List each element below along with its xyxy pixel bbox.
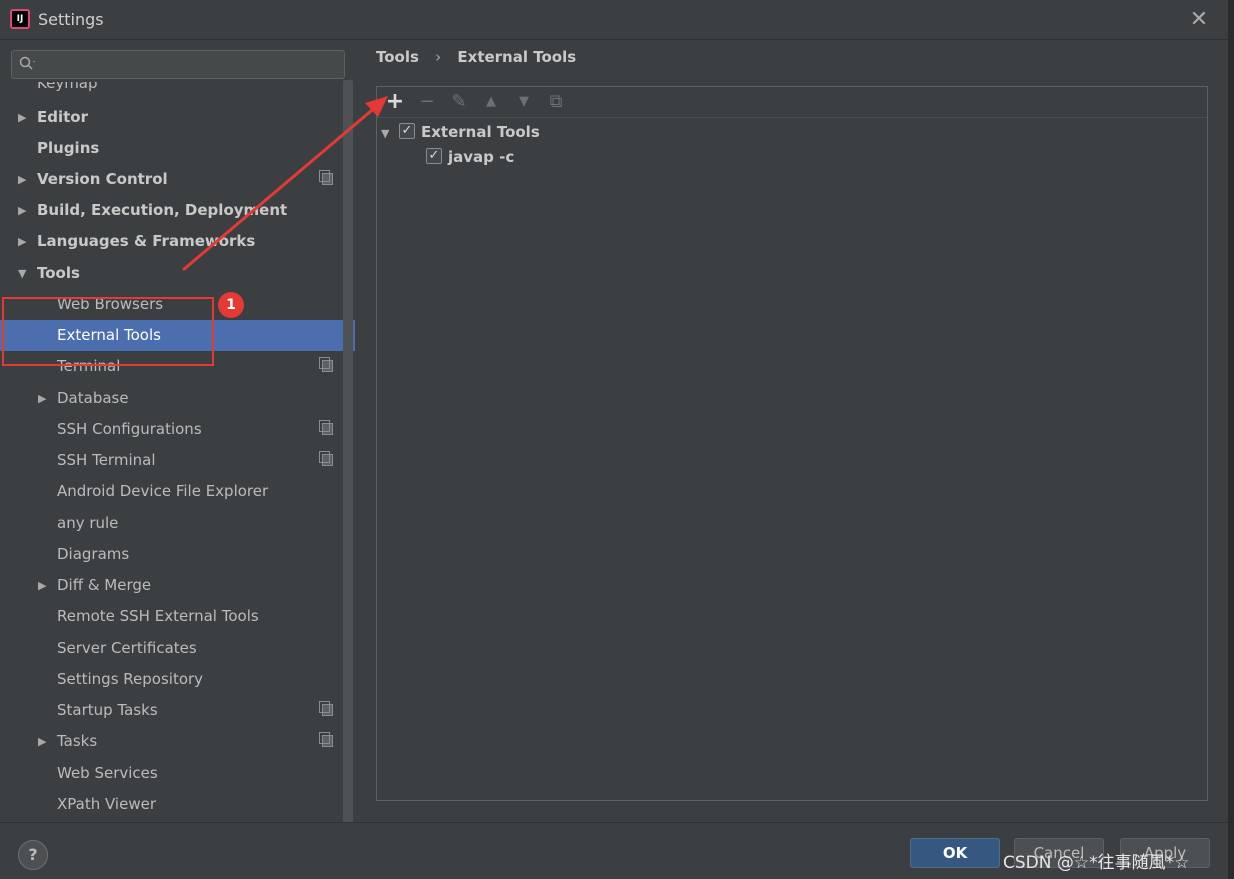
sidebar-item-remote-ssh-external-tools[interactable]: Remote SSH External Tools: [0, 601, 342, 632]
breadcrumb: Tools › External Tools: [376, 48, 576, 66]
expand-arrow-icon[interactable]: ▶: [38, 726, 46, 757]
sidebar-item-any-rule[interactable]: any rule: [0, 508, 342, 539]
title-bar: IJ Settings ✕: [0, 0, 1234, 40]
settings-sidebar: Keymap ▶ Editor Plugins ▶ Version Contro…: [0, 40, 355, 822]
sidebar-item-label: Editor: [37, 108, 88, 126]
project-settings-icon: [319, 357, 333, 372]
sidebar-item-label: XPath Viewer: [57, 795, 156, 813]
sidebar-item-diagrams[interactable]: Diagrams: [0, 539, 342, 570]
settings-content: Tools › External Tools + − ✎ ▲ ▼ ⧉ ▼ ✓ Ext…: [355, 40, 1228, 822]
breadcrumb-current: External Tools: [457, 48, 577, 66]
sidebar-item-plugins[interactable]: Plugins: [0, 133, 342, 164]
expand-arrow-icon[interactable]: ▶: [18, 102, 26, 133]
sidebar-item-ssh-configurations[interactable]: SSH Configurations: [0, 414, 342, 445]
expand-arrow-icon[interactable]: ▶: [18, 164, 26, 195]
project-settings-icon: [319, 170, 333, 185]
sidebar-item-label: Build, Execution, Deployment: [37, 201, 288, 219]
expand-arrow-icon[interactable]: ▶: [18, 226, 26, 257]
sidebar-item-label: Plugins: [37, 139, 100, 157]
sidebar-item-label: Settings Repository: [57, 670, 204, 688]
sidebar-item-xpath-viewer[interactable]: XPath Viewer: [0, 789, 342, 820]
project-settings-icon: [319, 732, 333, 747]
sidebar-item-label: SSH Configurations: [57, 420, 202, 438]
tree-item-label: javap -c: [448, 148, 515, 166]
sidebar-scrollbar[interactable]: [343, 80, 353, 822]
sidebar-item-label: Diff & Merge: [57, 576, 152, 594]
tool-checkbox[interactable]: ✓: [426, 147, 442, 164]
expand-arrow-icon[interactable]: ▶: [38, 383, 46, 414]
sidebar-item-build-execution-deployment[interactable]: ▶ Build, Execution, Deployment: [0, 195, 342, 226]
tree-group-label: External Tools: [421, 123, 540, 141]
collapse-arrow-icon[interactable]: ▼: [18, 258, 26, 289]
external-tools-panel: + − ✎ ▲ ▼ ⧉ ▼ ✓ External Tools ✓ javap -c: [376, 86, 1208, 801]
window-title: Settings: [38, 10, 104, 29]
sidebar-item-settings-repository[interactable]: Settings Repository: [0, 664, 342, 695]
breadcrumb-parent[interactable]: Tools: [376, 48, 419, 66]
move-up-icon[interactable]: ▲: [479, 90, 503, 114]
sidebar-item-label: Diagrams: [57, 545, 130, 563]
ok-button[interactable]: OK: [910, 838, 1000, 868]
edit-icon[interactable]: ✎: [447, 90, 471, 114]
sidebar-item-label: Android Device File Explorer: [57, 482, 269, 500]
collapse-arrow-icon[interactable]: ▼: [381, 122, 399, 146]
group-checkbox[interactable]: ✓: [399, 122, 415, 139]
sidebar-item-label: Version Control: [37, 170, 168, 188]
project-settings-icon: [319, 701, 333, 716]
close-icon[interactable]: ✕: [1188, 9, 1210, 31]
watermark: CSDN @☆*往事随風*☆: [1003, 853, 1190, 873]
sidebar-item-label: any rule: [57, 514, 119, 532]
sidebar-item-label: Web Services: [57, 764, 158, 782]
move-down-icon[interactable]: ▼: [512, 90, 536, 114]
sidebar-item-database[interactable]: ▶ Database: [0, 383, 342, 414]
intellij-app-icon: IJ: [10, 9, 30, 29]
sidebar-item-ssh-terminal[interactable]: SSH Terminal: [0, 445, 342, 476]
help-button[interactable]: ?: [18, 840, 48, 870]
sidebar-item-label: Server Certificates: [57, 639, 197, 657]
sidebar-item-editor[interactable]: ▶ Editor: [0, 102, 342, 133]
sidebar-item-tools[interactable]: ▼ Tools: [0, 258, 342, 289]
sidebar-item-label: Remote SSH External Tools: [57, 607, 259, 625]
sidebar-item-startup-tasks[interactable]: Startup Tasks: [0, 695, 342, 726]
sidebar-item-label: Database: [57, 389, 129, 407]
sidebar-item-label: Startup Tasks: [57, 701, 158, 719]
search-icon: [19, 56, 35, 70]
sidebar-item-diff-merge[interactable]: ▶ Diff & Merge: [0, 570, 342, 601]
window-edge: [1228, 0, 1234, 879]
sidebar-item-web-services[interactable]: Web Services: [0, 758, 342, 789]
copy-icon[interactable]: ⧉: [544, 90, 568, 114]
sidebar-item-languages-frameworks[interactable]: ▶ Languages & Frameworks: [0, 226, 342, 257]
remove-icon[interactable]: −: [415, 90, 439, 114]
annotation-step-badge: 1: [218, 292, 244, 318]
sidebar-item-server-certificates[interactable]: Server Certificates: [0, 633, 342, 664]
add-icon[interactable]: +: [383, 90, 407, 114]
sidebar-item-keymap-partial[interactable]: Keymap: [37, 82, 98, 92]
annotation-highlight-box: [2, 297, 214, 366]
project-settings-icon: [319, 451, 333, 466]
expand-arrow-icon[interactable]: ▶: [38, 570, 46, 601]
sidebar-item-android-device-file-explorer[interactable]: Android Device File Explorer: [0, 476, 342, 507]
sidebar-item-tasks[interactable]: ▶ Tasks: [0, 726, 342, 757]
sidebar-item-label: Tools: [37, 264, 80, 282]
tree-group-external-tools[interactable]: ▼ ✓ External Tools: [381, 120, 540, 144]
sidebar-item-label: SSH Terminal: [57, 451, 156, 469]
project-settings-icon: [319, 420, 333, 435]
external-tools-toolbar: + − ✎ ▲ ▼ ⧉: [377, 87, 1207, 118]
tree-item-javap[interactable]: ✓ javap -c: [426, 145, 514, 169]
expand-arrow-icon[interactable]: ▶: [18, 195, 26, 226]
sidebar-item-label: Tasks: [57, 732, 98, 750]
sidebar-item-label: Languages & Frameworks: [37, 232, 256, 250]
sidebar-item-version-control[interactable]: ▶ Version Control: [0, 164, 342, 195]
search-input[interactable]: [11, 50, 345, 79]
breadcrumb-separator: ›: [435, 48, 442, 66]
